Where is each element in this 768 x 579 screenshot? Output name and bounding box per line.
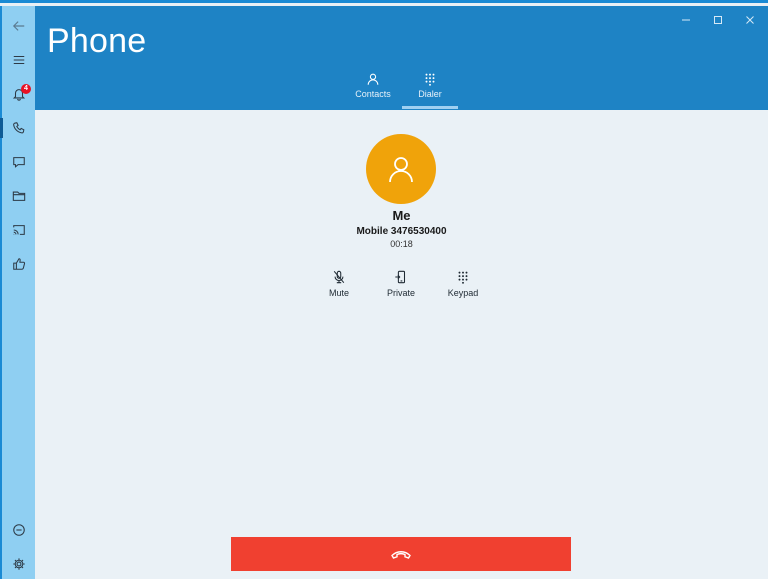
hamburger-menu-icon: [13, 55, 24, 65]
gear-icon: [12, 558, 25, 570]
action-label: Mute: [328, 288, 349, 298]
sidebar-item-settings[interactable]: [2, 551, 35, 577]
call-timer: 00:18: [390, 239, 413, 249]
minimize-button[interactable]: [671, 10, 701, 30]
mic-off-icon: [333, 270, 345, 284]
call-panel: Me Mobile 3476530400 00:18 Mute Private …: [35, 110, 768, 579]
phone-icon: [12, 122, 24, 134]
tab-dialer[interactable]: Dialer: [402, 72, 458, 110]
keypad-icon: [458, 271, 468, 284]
avatar: [366, 134, 436, 204]
maximize-icon: [714, 16, 722, 24]
cast-icon: [12, 225, 25, 235]
phone-device-icon: [395, 270, 406, 284]
person-icon: [367, 73, 379, 85]
close-icon: [746, 16, 754, 24]
thumbs-up-icon: [12, 258, 25, 270]
folder-icon: [12, 191, 25, 201]
minus-circle-icon: [12, 524, 25, 536]
caller-number: Mobile 3476530400: [356, 226, 447, 237]
sidebar-item-disconnect[interactable]: [2, 517, 35, 543]
notification-badge: 4: [21, 84, 31, 94]
action-label: Private: [386, 288, 415, 298]
sidebar-item-phone[interactable]: [0, 115, 35, 141]
end-call-button[interactable]: [231, 537, 571, 571]
keypad-icon: [425, 73, 435, 86]
sidebar: 4: [0, 6, 35, 579]
mute-button[interactable]: Mute: [316, 270, 362, 298]
sidebar-item-notifications[interactable]: 4: [2, 81, 35, 107]
sidebar-item-feedback[interactable]: [2, 251, 35, 277]
app-header: Phone Contacts Dialer: [35, 6, 768, 110]
sidebar-item-cast[interactable]: [2, 217, 35, 243]
page-title: Phone: [47, 22, 147, 60]
back-arrow-icon: [12, 21, 24, 31]
private-button[interactable]: Private: [378, 270, 424, 298]
back-button[interactable]: [2, 13, 35, 39]
hang-up-icon: [391, 551, 411, 559]
action-label: Keypad: [447, 288, 479, 298]
tab-contacts[interactable]: Contacts: [345, 72, 401, 110]
tab-label: Dialer: [418, 89, 442, 99]
maximize-button[interactable]: [703, 10, 733, 30]
sidebar-item-files[interactable]: [2, 183, 35, 209]
person-icon: [389, 157, 413, 183]
app-window: 4 Phone Contacts Dialer Me Mobile 347653…: [0, 0, 768, 579]
tab-label: Contacts: [355, 89, 391, 99]
message-icon: [12, 157, 25, 168]
close-button[interactable]: [735, 10, 765, 30]
keypad-button[interactable]: Keypad: [440, 270, 486, 298]
menu-button[interactable]: [2, 47, 35, 73]
sidebar-item-messages[interactable]: [2, 149, 35, 175]
minimize-icon: [682, 19, 690, 21]
caller-name: Me: [392, 208, 411, 223]
